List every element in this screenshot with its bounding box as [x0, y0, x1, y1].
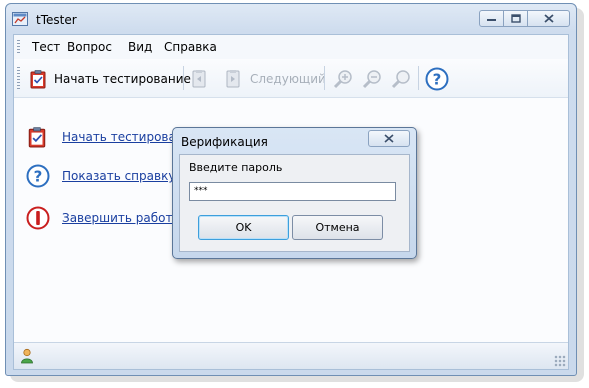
window-title: tTester: [36, 13, 77, 27]
title-bar[interactable]: tTester: [6, 4, 576, 34]
menu-bar: Тест Вопрос Вид Справка: [14, 35, 568, 60]
close-icon: [543, 14, 554, 23]
start-test-label: Начать тестирование: [54, 72, 191, 86]
ok-button[interactable]: OK: [198, 215, 289, 240]
restore-icon: [510, 14, 521, 23]
zoom-in-icon: [333, 70, 352, 89]
verification-dialog: Верификация Введите пароль *** OK Отмена: [172, 127, 417, 259]
next-page-icon: [226, 70, 240, 88]
clipboard-check-icon: [30, 70, 46, 89]
toolbar-grip: [17, 67, 20, 89]
next-label: Следующий: [250, 72, 326, 86]
minimize-button[interactable]: [479, 10, 504, 27]
menu-view[interactable]: Вид: [128, 40, 152, 54]
help-icon: ?: [425, 67, 449, 91]
exit-icon: [26, 206, 50, 230]
toolbar: Начать тестирование Следующий ?: [14, 59, 568, 98]
zoom-reset-button[interactable]: [390, 69, 412, 89]
menu-question[interactable]: Вопрос: [67, 40, 112, 54]
toolbar-separator: [183, 66, 184, 90]
restore-button[interactable]: [503, 10, 528, 27]
app-icon: [12, 12, 28, 26]
resize-grip[interactable]: [554, 355, 566, 367]
zoom-out-icon: [362, 70, 381, 89]
dialog-close-button[interactable]: [368, 130, 410, 147]
svg-text:?: ?: [34, 168, 43, 186]
cancel-button[interactable]: Отмена: [292, 215, 383, 240]
toolbar-separator: [324, 66, 325, 90]
next-button[interactable]: Следующий: [224, 69, 326, 89]
clipboard-check-icon: [28, 127, 46, 148]
svg-text:?: ?: [433, 71, 442, 89]
previous-page-icon: [192, 70, 206, 88]
password-input[interactable]: ***: [189, 182, 396, 201]
dialog-body: Введите пароль *** OK Отмена: [179, 154, 410, 252]
menu-grip: [17, 40, 20, 54]
help-icon: ?: [26, 164, 50, 188]
previous-button[interactable]: [190, 69, 208, 89]
dialog-title: Верификация: [181, 135, 268, 149]
menu-test[interactable]: Тест: [32, 40, 60, 54]
start-test-button[interactable]: Начать тестирование: [28, 69, 191, 89]
zoom-out-button[interactable]: [361, 69, 383, 89]
menu-help[interactable]: Справка: [164, 40, 217, 54]
zoom-in-button[interactable]: [332, 69, 354, 89]
password-prompt: Введите пароль: [189, 161, 283, 174]
toolbar-separator: [418, 66, 419, 90]
help-button[interactable]: ?: [425, 67, 449, 91]
magnifier-icon: [391, 70, 410, 89]
minimize-icon: [487, 18, 496, 21]
close-button[interactable]: [527, 10, 570, 27]
close-icon: [384, 134, 394, 143]
window-controls: [479, 10, 570, 27]
user-icon: [21, 348, 33, 364]
status-bar: [14, 342, 568, 369]
